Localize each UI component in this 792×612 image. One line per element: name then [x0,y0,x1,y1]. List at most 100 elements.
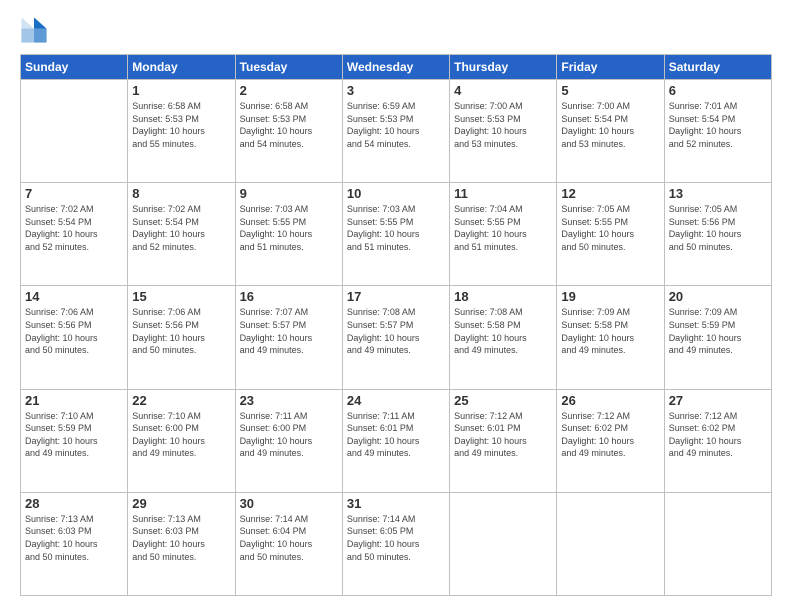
day-number: 9 [240,186,338,201]
calendar-day-cell: 4 Sunrise: 7:00 AMSunset: 5:53 PMDaylight… [450,80,557,183]
day-info: Sunrise: 7:01 AMSunset: 5:54 PMDaylight:… [669,100,767,150]
day-number: 29 [132,496,230,511]
day-info: Sunrise: 7:06 AMSunset: 5:56 PMDaylight:… [132,306,230,356]
day-info: Sunrise: 6:59 AMSunset: 5:53 PMDaylight:… [347,100,445,150]
calendar-header-row: SundayMondayTuesdayWednesdayThursdayFrid… [21,55,772,80]
calendar: SundayMondayTuesdayWednesdayThursdayFrid… [20,54,772,596]
calendar-header-cell: Thursday [450,55,557,80]
day-info: Sunrise: 7:02 AMSunset: 5:54 PMDaylight:… [25,203,123,253]
calendar-header-cell: Sunday [21,55,128,80]
day-info: Sunrise: 7:12 AMSunset: 6:02 PMDaylight:… [669,410,767,460]
day-number: 11 [454,186,552,201]
day-number: 3 [347,83,445,98]
day-info: Sunrise: 7:03 AMSunset: 5:55 PMDaylight:… [240,203,338,253]
day-info: Sunrise: 7:08 AMSunset: 5:58 PMDaylight:… [454,306,552,356]
day-number: 31 [347,496,445,511]
day-info: Sunrise: 6:58 AMSunset: 5:53 PMDaylight:… [240,100,338,150]
day-number: 20 [669,289,767,304]
day-info: Sunrise: 7:11 AMSunset: 6:01 PMDaylight:… [347,410,445,460]
calendar-header-cell: Tuesday [235,55,342,80]
calendar-day-cell: 31Sunrise: 7:14 AMSunset: 6:05 PMDayligh… [342,492,449,595]
day-info: Sunrise: 7:00 AMSunset: 5:54 PMDaylight:… [561,100,659,150]
day-info: Sunrise: 7:04 AMSunset: 5:55 PMDaylight:… [454,203,552,253]
day-info: Sunrise: 6:58 AMSunset: 5:53 PMDaylight:… [132,100,230,150]
calendar-week-row: 28 Sunrise: 7:13 AMSunset: 6:03 PMDayligh… [21,492,772,595]
day-number: 12 [561,186,659,201]
calendar-day-cell: 3 Sunrise: 6:59 AMSunset: 5:53 PMDaylight… [342,80,449,183]
calendar-day-cell: 12 Sunrise: 7:05 AMSunset: 5:55 PMDayligh… [557,183,664,286]
day-info: Sunrise: 7:02 AMSunset: 5:54 PMDaylight:… [132,203,230,253]
calendar-day-cell [21,80,128,183]
calendar-day-cell [664,492,771,595]
calendar-body: 1Sunrise: 6:58 AMSunset: 5:53 PMDaylight… [21,80,772,596]
calendar-week-row: 1Sunrise: 6:58 AMSunset: 5:53 PMDaylight… [21,80,772,183]
calendar-day-cell: 11 Sunrise: 7:04 AMSunset: 5:55 PMDayligh… [450,183,557,286]
day-number: 24 [347,393,445,408]
day-number: 23 [240,393,338,408]
calendar-day-cell [450,492,557,595]
day-number: 6 [669,83,767,98]
calendar-header-cell: Saturday [664,55,771,80]
day-number: 25 [454,393,552,408]
day-info: Sunrise: 7:06 AMSunset: 5:56 PMDaylight:… [25,306,123,356]
calendar-day-cell: 6 Sunrise: 7:01 AMSunset: 5:54 PMDaylight… [664,80,771,183]
day-info: Sunrise: 7:09 AMSunset: 5:59 PMDaylight:… [669,306,767,356]
calendar-day-cell: 7Sunrise: 7:02 AMSunset: 5:54 PMDaylight… [21,183,128,286]
day-number: 15 [132,289,230,304]
day-info: Sunrise: 7:08 AMSunset: 5:57 PMDaylight:… [347,306,445,356]
calendar-day-cell: 29 Sunrise: 7:13 AMSunset: 6:03 PMDayligh… [128,492,235,595]
day-info: Sunrise: 7:05 AMSunset: 5:56 PMDaylight:… [669,203,767,253]
calendar-day-cell: 27Sunrise: 7:12 AMSunset: 6:02 PMDayligh… [664,389,771,492]
calendar-week-row: 21Sunrise: 7:10 AMSunset: 5:59 PMDayligh… [21,389,772,492]
header [20,16,772,44]
page: SundayMondayTuesdayWednesdayThursdayFrid… [0,0,792,612]
calendar-day-cell: 15 Sunrise: 7:06 AMSunset: 5:56 PMDayligh… [128,286,235,389]
day-number: 19 [561,289,659,304]
calendar-day-cell: 18 Sunrise: 7:08 AMSunset: 5:58 PMDayligh… [450,286,557,389]
calendar-day-cell: 25 Sunrise: 7:12 AMSunset: 6:01 PMDayligh… [450,389,557,492]
calendar-day-cell: 5 Sunrise: 7:00 AMSunset: 5:54 PMDaylight… [557,80,664,183]
day-info: Sunrise: 7:09 AMSunset: 5:58 PMDaylight:… [561,306,659,356]
day-info: Sunrise: 7:00 AMSunset: 5:53 PMDaylight:… [454,100,552,150]
calendar-day-cell: 20 Sunrise: 7:09 AMSunset: 5:59 PMDayligh… [664,286,771,389]
calendar-header-cell: Friday [557,55,664,80]
day-number: 17 [347,289,445,304]
day-number: 26 [561,393,659,408]
logo [20,16,52,44]
day-info: Sunrise: 7:13 AMSunset: 6:03 PMDaylight:… [132,513,230,563]
day-number: 28 [25,496,123,511]
day-info: Sunrise: 7:14 AMSunset: 6:04 PMDaylight:… [240,513,338,563]
day-info: Sunrise: 7:10 AMSunset: 5:59 PMDaylight:… [25,410,123,460]
calendar-day-cell: 9 Sunrise: 7:03 AMSunset: 5:55 PMDaylight… [235,183,342,286]
calendar-day-cell: 21Sunrise: 7:10 AMSunset: 5:59 PMDayligh… [21,389,128,492]
calendar-day-cell: 23Sunrise: 7:11 AMSunset: 6:00 PMDayligh… [235,389,342,492]
calendar-day-cell: 13Sunrise: 7:05 AMSunset: 5:56 PMDayligh… [664,183,771,286]
day-number: 22 [132,393,230,408]
day-number: 2 [240,83,338,98]
day-number: 16 [240,289,338,304]
day-info: Sunrise: 7:13 AMSunset: 6:03 PMDaylight:… [25,513,123,563]
day-info: Sunrise: 7:12 AMSunset: 6:02 PMDaylight:… [561,410,659,460]
day-number: 30 [240,496,338,511]
calendar-day-cell: 1Sunrise: 6:58 AMSunset: 5:53 PMDaylight… [128,80,235,183]
calendar-week-row: 14 Sunrise: 7:06 AMSunset: 5:56 PMDayligh… [21,286,772,389]
day-number: 5 [561,83,659,98]
day-info: Sunrise: 7:05 AMSunset: 5:55 PMDaylight:… [561,203,659,253]
day-info: Sunrise: 7:03 AMSunset: 5:55 PMDaylight:… [347,203,445,253]
day-number: 18 [454,289,552,304]
calendar-day-cell: 2 Sunrise: 6:58 AMSunset: 5:53 PMDaylight… [235,80,342,183]
day-number: 4 [454,83,552,98]
day-info: Sunrise: 7:12 AMSunset: 6:01 PMDaylight:… [454,410,552,460]
calendar-week-row: 7Sunrise: 7:02 AMSunset: 5:54 PMDaylight… [21,183,772,286]
day-info: Sunrise: 7:07 AMSunset: 5:57 PMDaylight:… [240,306,338,356]
calendar-day-cell: 28 Sunrise: 7:13 AMSunset: 6:03 PMDayligh… [21,492,128,595]
calendar-header-cell: Monday [128,55,235,80]
calendar-day-cell: 14 Sunrise: 7:06 AMSunset: 5:56 PMDayligh… [21,286,128,389]
day-number: 10 [347,186,445,201]
logo-icon [20,16,48,44]
calendar-day-cell: 19 Sunrise: 7:09 AMSunset: 5:58 PMDayligh… [557,286,664,389]
calendar-day-cell: 22Sunrise: 7:10 AMSunset: 6:00 PMDayligh… [128,389,235,492]
calendar-day-cell: 24 Sunrise: 7:11 AMSunset: 6:01 PMDayligh… [342,389,449,492]
day-number: 8 [132,186,230,201]
day-number: 14 [25,289,123,304]
